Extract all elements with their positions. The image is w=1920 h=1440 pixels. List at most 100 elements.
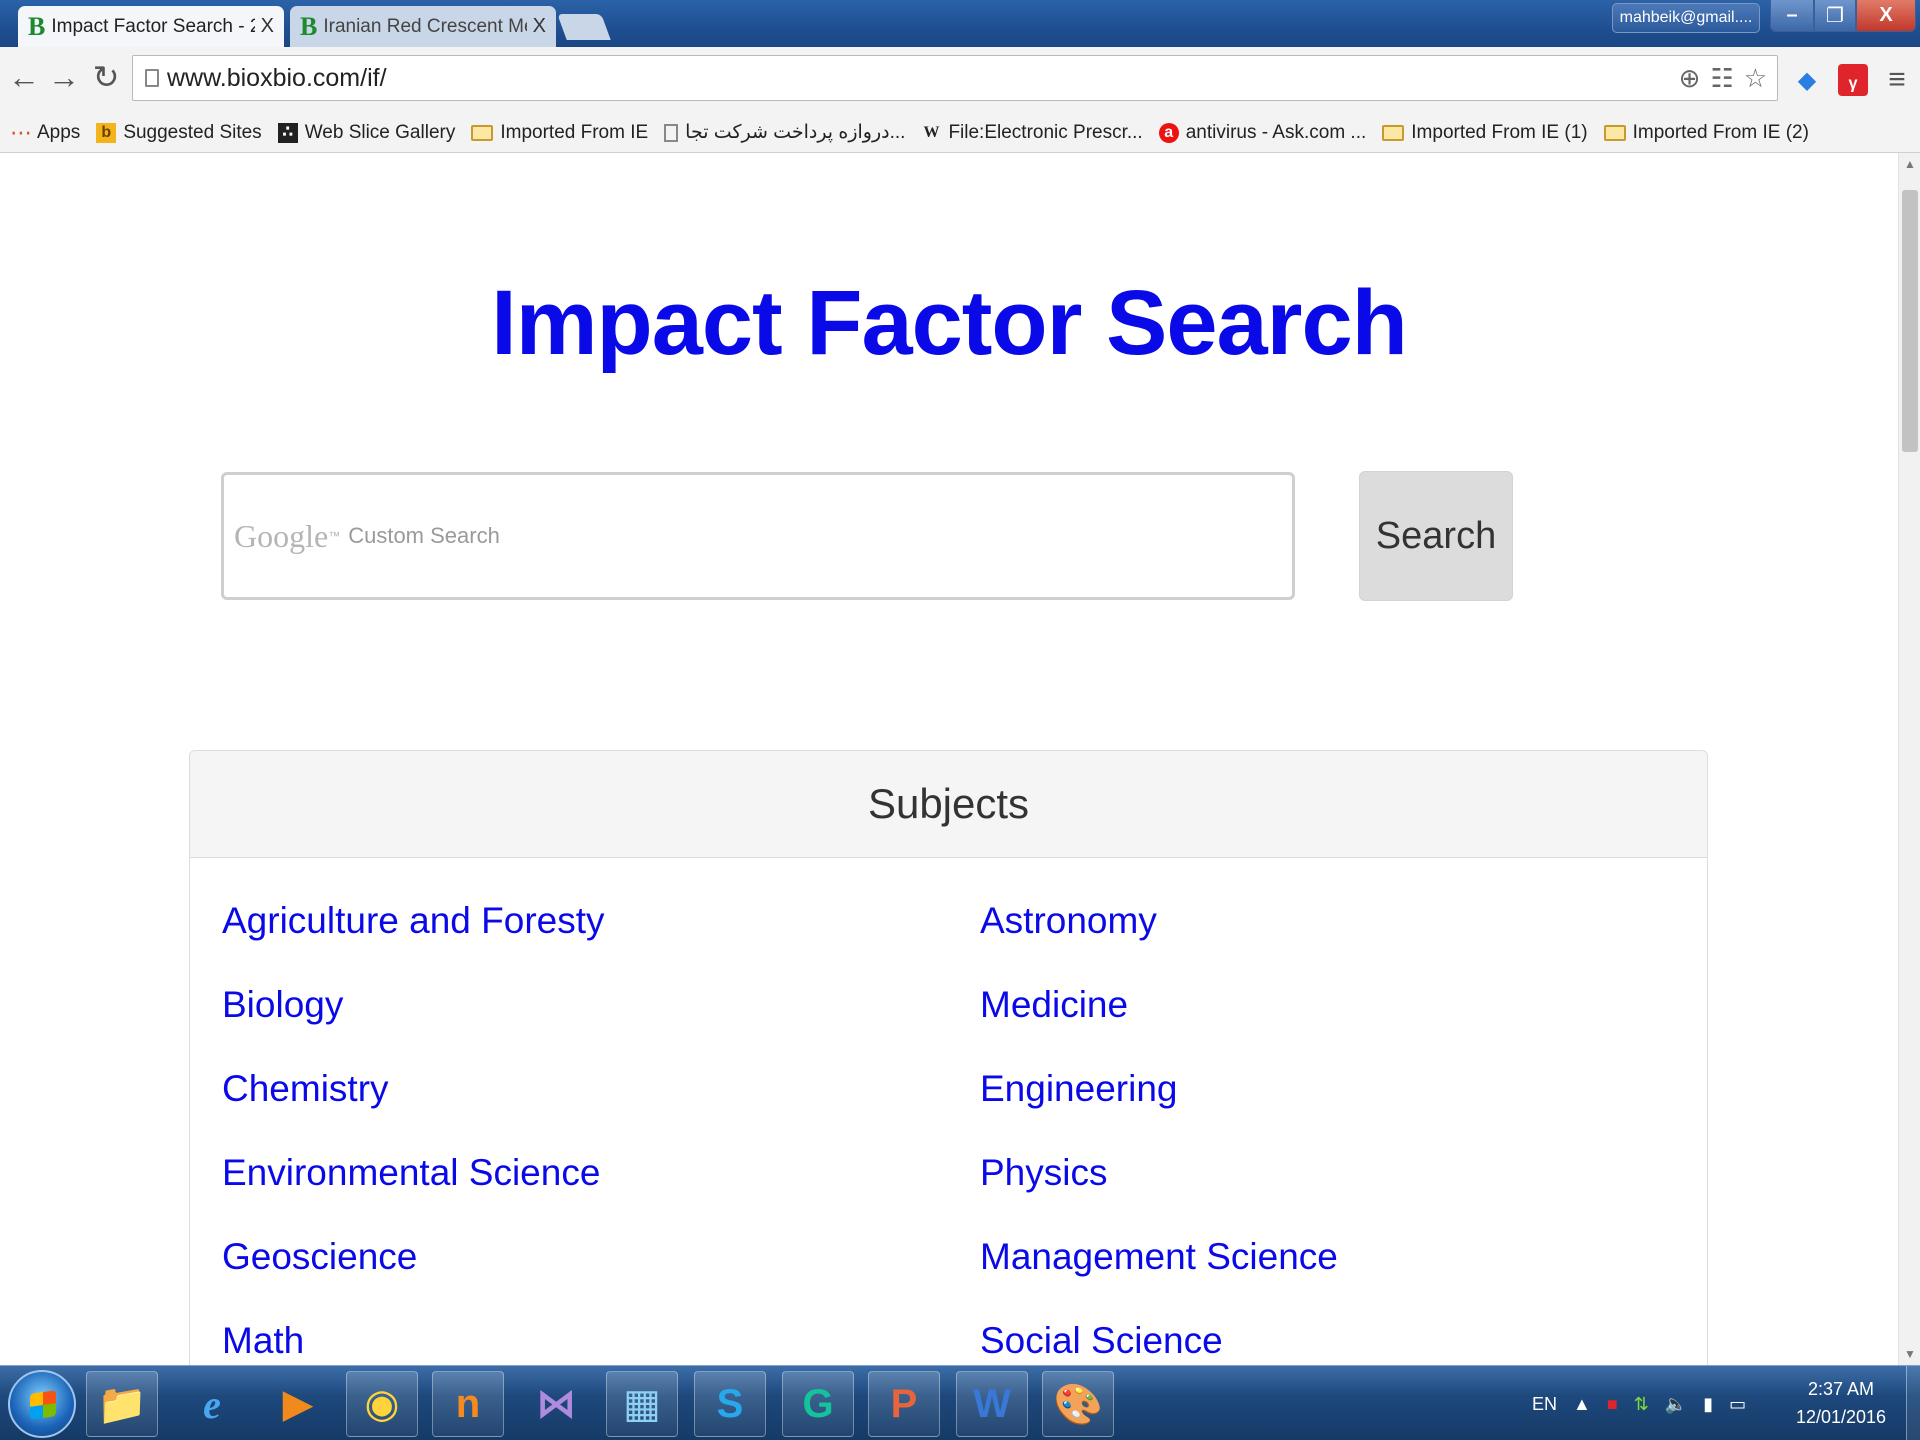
- word-icon[interactable]: W: [956, 1371, 1028, 1437]
- tab-title: Iranian Red Crescent Medi: [323, 15, 526, 37]
- bookmark-imported-from-ie[interactable]: Imported From IE: [471, 122, 648, 144]
- skype-icon[interactable]: S: [694, 1371, 766, 1437]
- battery-icon[interactable]: ▭: [1729, 1394, 1746, 1415]
- network-arrows-icon[interactable]: ⇅: [1634, 1394, 1649, 1415]
- scroll-up-arrow-icon[interactable]: ▲: [1899, 153, 1920, 175]
- tab-iranian-red-crescent[interactable]: B Iranian Red Crescent Medi X: [290, 6, 556, 47]
- acrobat-extension-icon[interactable]: ᵧ: [1838, 64, 1868, 96]
- file-explorer-icon[interactable]: 📁: [86, 1371, 158, 1437]
- tab-close-icon[interactable]: X: [261, 15, 274, 38]
- reload-button[interactable]: ↻: [88, 59, 124, 95]
- close-window-button[interactable]: X: [1856, 0, 1916, 32]
- bookmarks-bar: ⋯ Apps b Suggested Sites ∴ Web Slice Gal…: [0, 113, 1920, 153]
- folder-icon: [471, 124, 494, 141]
- ask-icon: a: [1158, 122, 1179, 143]
- search-button[interactable]: Search: [1359, 471, 1513, 601]
- chrome-icon[interactable]: ◉: [346, 1371, 418, 1437]
- subject-link[interactable]: Biology: [222, 984, 343, 1026]
- page-icon: [664, 123, 679, 142]
- page-scrollbar[interactable]: ▲ ▼: [1898, 153, 1920, 1365]
- search-input[interactable]: Google ™ Custom Search: [221, 472, 1295, 600]
- page-title: Impact Factor Search: [491, 272, 1408, 374]
- subject-link[interactable]: Math: [222, 1320, 304, 1362]
- google-logo: Google: [234, 517, 329, 554]
- menu-icon[interactable]: ≡: [1882, 63, 1912, 96]
- bookmark-label: Imported From IE: [500, 121, 649, 143]
- bing-icon: b: [96, 122, 117, 143]
- bookmark-label: Web Slice Gallery: [304, 121, 456, 143]
- bookmark-suggested-sites[interactable]: b Suggested Sites: [96, 121, 262, 144]
- scrollbar-thumb[interactable]: [1902, 190, 1918, 452]
- bookmark-web-slice-gallery[interactable]: ∴ Web Slice Gallery: [277, 121, 456, 144]
- bookmark-payment-gateway[interactable]: دروازه پرداخت شرکت تجا...: [664, 121, 905, 144]
- subject-link[interactable]: Agriculture and Foresty: [222, 900, 605, 942]
- bookmark-label: Suggested Sites: [123, 121, 262, 143]
- back-button[interactable]: ←: [6, 59, 42, 95]
- new-tab-button[interactable]: [557, 14, 611, 40]
- web-slice-icon: ∴: [277, 122, 298, 143]
- forward-button[interactable]: →: [46, 59, 82, 95]
- tab-close-icon[interactable]: X: [533, 15, 546, 38]
- subject-link[interactable]: Environmental Science: [222, 1152, 600, 1194]
- subject-link[interactable]: Engineering: [980, 1068, 1177, 1110]
- subject-link[interactable]: Astronomy: [980, 900, 1157, 942]
- arrow-right-icon: →: [48, 58, 80, 95]
- subject-link[interactable]: Management Science: [980, 1236, 1338, 1278]
- notes-icon[interactable]: ▦: [606, 1371, 678, 1437]
- signal-icon[interactable]: ▮: [1703, 1394, 1713, 1415]
- clock-time: 2:37 AM: [1807, 1379, 1875, 1399]
- profile-button[interactable]: mahbeik@gmail....: [1612, 3, 1760, 33]
- subject-link[interactable]: Physics: [980, 1152, 1107, 1194]
- address-bar[interactable]: www.bioxbio.com/if/ ⊕ ☷ ☆: [132, 55, 1778, 101]
- show-desktop-button[interactable]: [1906, 1366, 1920, 1440]
- start-button[interactable]: [8, 1370, 76, 1438]
- subject-link[interactable]: Geoscience: [222, 1236, 417, 1278]
- tray-expand-icon[interactable]: ▲: [1573, 1394, 1591, 1415]
- title-bar: B Impact Factor Search - 201 X B Iranian…: [0, 0, 1920, 47]
- bioxbio-favicon-icon: B: [300, 11, 318, 41]
- extension-diamond-icon[interactable]: ◆: [1792, 64, 1822, 96]
- subject-link[interactable]: Medicine: [980, 984, 1128, 1026]
- minimize-button[interactable]: –: [1770, 0, 1814, 32]
- translate-icon[interactable]: ☷: [1710, 63, 1733, 94]
- bookmark-apps[interactable]: ⋯ Apps: [10, 119, 81, 145]
- tab-impact-factor-search[interactable]: B Impact Factor Search - 201 X: [18, 6, 284, 47]
- system-tray: EN ▲ ■ ⇅ 🔈 ▮ ▭: [1532, 1376, 1762, 1432]
- acrobat-tray-icon[interactable]: ■: [1607, 1394, 1618, 1415]
- bookmark-imported-from-ie-1[interactable]: Imported From IE (1): [1382, 121, 1588, 144]
- media-player-icon[interactable]: ▶: [262, 1371, 334, 1437]
- bioxbio-favicon-icon: B: [28, 11, 46, 41]
- bookmark-label: antivirus - Ask.com ...: [1185, 121, 1367, 143]
- bookmark-label: Imported From IE (1): [1411, 121, 1588, 143]
- bookmark-star-icon[interactable]: ☆: [1744, 63, 1767, 94]
- page-content: Impact Factor Search Google ™ Custom Sea…: [0, 153, 1898, 1365]
- paint-icon[interactable]: 🎨: [1042, 1371, 1114, 1437]
- internet-explorer-icon[interactable]: e: [176, 1371, 248, 1437]
- taskbar-clock[interactable]: 2:37 AM 12/01/2016: [1786, 1375, 1896, 1431]
- zoom-icon[interactable]: ⊕: [1679, 63, 1701, 94]
- page-icon: [145, 69, 159, 87]
- subject-link[interactable]: Chemistry: [222, 1068, 389, 1110]
- bookmark-antivirus-ask[interactable]: a antivirus - Ask.com ...: [1158, 121, 1367, 144]
- bookmark-label: Imported From IE (2): [1632, 121, 1809, 143]
- maximize-button[interactable]: ❐: [1814, 0, 1856, 32]
- url-text[interactable]: www.bioxbio.com/if/: [167, 64, 1679, 93]
- subjects-heading: Subjects: [190, 751, 1707, 858]
- windows-taskbar: 📁 e ▶ ◉ n ⋈ ▦ S G P W 🎨 EN ▲ ■ ⇅ 🔈 ▮ ▭ 2…: [0, 1365, 1920, 1440]
- visual-studio-icon[interactable]: ⋈: [520, 1371, 592, 1437]
- apps-grid-icon: ⋯: [10, 119, 32, 145]
- search-placeholder: Custom Search: [348, 523, 500, 548]
- bookmark-label: دروازه پرداخت شرکت تجا...: [685, 122, 906, 143]
- volume-icon[interactable]: 🔈: [1665, 1394, 1687, 1415]
- grammarly-icon[interactable]: G: [782, 1371, 854, 1437]
- app-n-icon[interactable]: n: [432, 1371, 504, 1437]
- scroll-down-arrow-icon[interactable]: ▼: [1899, 1343, 1920, 1365]
- language-indicator[interactable]: EN: [1532, 1394, 1557, 1415]
- powerpoint-icon[interactable]: P: [868, 1371, 940, 1437]
- subject-link[interactable]: Social Science: [980, 1320, 1223, 1362]
- clock-date: 12/01/2016: [1795, 1407, 1887, 1427]
- bookmark-imported-from-ie-2[interactable]: Imported From IE (2): [1603, 121, 1809, 144]
- bookmark-label: Apps: [37, 121, 81, 143]
- trademark-mark: ™: [328, 529, 341, 543]
- bookmark-electronic-prescription[interactable]: W File:Electronic Prescr...: [921, 122, 1142, 144]
